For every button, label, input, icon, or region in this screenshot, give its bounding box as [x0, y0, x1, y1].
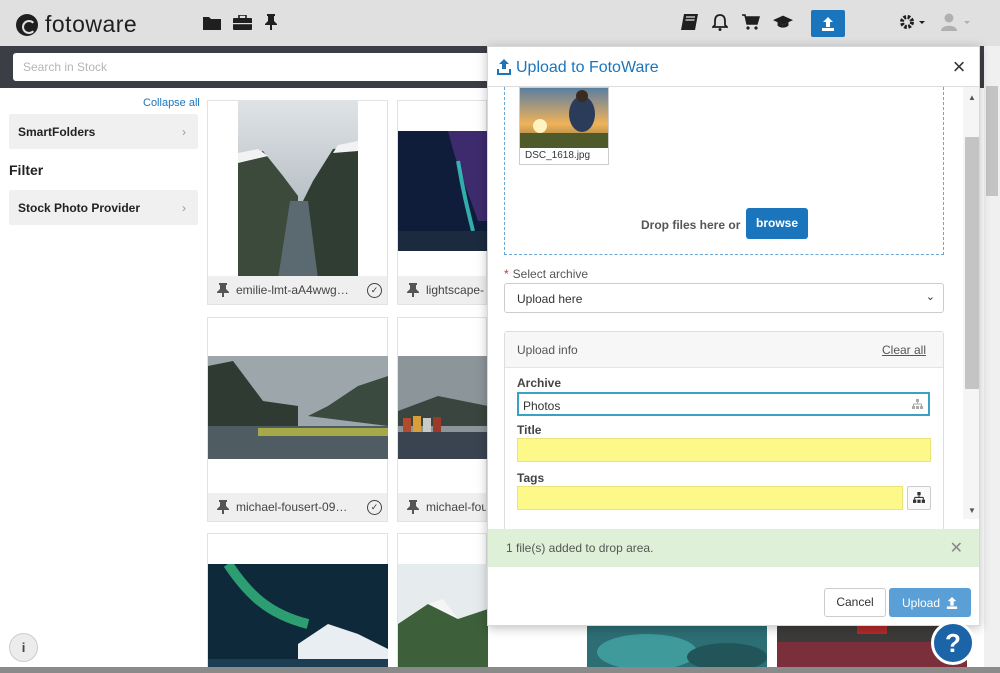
- asset-card[interactable]: [397, 533, 488, 673]
- asset-thumbnail: [208, 356, 388, 459]
- bell-icon[interactable]: [710, 12, 730, 32]
- asset-card[interactable]: lightscape-: [397, 100, 488, 305]
- archive-field-label: Archive: [517, 376, 562, 390]
- logo-mark-icon: [16, 13, 38, 36]
- info-icon: i: [21, 640, 26, 655]
- select-archive-label: * Select archive: [504, 267, 589, 281]
- info-button[interactable]: i: [9, 633, 38, 662]
- upload-submit-label: Upload: [901, 595, 941, 610]
- tags-hierarchy-button[interactable]: [907, 486, 931, 510]
- title-field[interactable]: [517, 438, 931, 462]
- dialog-title: Upload to FotoWare: [516, 59, 659, 76]
- chevron-down-icon: ⌄: [925, 291, 935, 303]
- sidebar-item-label: SmartFolders: [18, 125, 96, 139]
- page-scrollbar[interactable]: [984, 46, 1000, 673]
- bottom-bar: [0, 667, 1000, 673]
- dialog-header: Upload to FotoWare ×: [488, 47, 979, 87]
- asset-thumbnail: [398, 564, 488, 673]
- upload-submit-button[interactable]: Upload: [889, 588, 971, 617]
- asset-card[interactable]: [587, 622, 767, 673]
- asset-card[interactable]: michael-fou: [397, 317, 488, 522]
- asset-card[interactable]: michael-fousert-09… ✓: [207, 317, 388, 522]
- uploaded-file-thumbnail[interactable]: DSC_1618.jpg: [519, 87, 609, 165]
- app-logo[interactable]: fotoware: [16, 11, 137, 38]
- tags-field[interactable]: [517, 486, 903, 510]
- drop-files-text: Drop files here or: [641, 218, 741, 232]
- hierarchy-icon: [913, 492, 925, 503]
- filter-heading: Filter: [9, 162, 44, 178]
- tags-field-label: Tags: [517, 471, 545, 485]
- archive-select[interactable]: Upload here ⌄: [504, 283, 944, 313]
- logo-text: fotoware: [45, 11, 138, 37]
- notice-text: 1 file(s) added to drop area.: [506, 541, 654, 555]
- help-button[interactable]: ?: [931, 621, 975, 665]
- page-scrollbar-thumb[interactable]: [986, 86, 998, 196]
- drop-area[interactable]: DSC_1618.jpg Drop files here or browse: [504, 87, 944, 255]
- collapse-all-link[interactable]: Collapse all: [143, 97, 200, 109]
- asset-thumbnail: [238, 101, 358, 279]
- sidebar-item-stock-photo-provider[interactable]: Stock Photo Provider ›: [9, 190, 198, 225]
- select-check-icon[interactable]: ✓: [367, 283, 382, 298]
- scroll-up-arrow-icon[interactable]: ▲: [968, 93, 976, 102]
- pin-icon[interactable]: [217, 283, 229, 297]
- asset-card[interactable]: emilie-lmt-aA4wwg… ✓: [207, 100, 388, 305]
- upload-icon: [946, 596, 958, 609]
- select-check-icon[interactable]: ✓: [367, 500, 382, 515]
- archive-field-value: Photos: [523, 399, 561, 413]
- top-bar: fotoware: [0, 0, 1000, 46]
- asset-thumbnail: [398, 356, 488, 459]
- title-field-label: Title: [517, 423, 542, 437]
- folder-icon[interactable]: [202, 12, 222, 32]
- scroll-down-arrow-icon[interactable]: ▼: [968, 506, 976, 515]
- sidebar-item-smartfolders[interactable]: SmartFolders ›: [9, 114, 198, 149]
- asset-caption: emilie-lmt-aA4wwg…: [208, 276, 387, 304]
- upload-dialog: DSC_1618.jpg Drop files here or browse *…: [487, 46, 980, 626]
- cart-icon[interactable]: [741, 12, 761, 32]
- asset-card[interactable]: [207, 533, 388, 673]
- upload-button[interactable]: [811, 10, 845, 37]
- pin-icon[interactable]: [407, 283, 419, 297]
- upload-icon: [497, 59, 511, 75]
- archive-field[interactable]: Photos: [517, 392, 930, 416]
- upload-icon: [822, 16, 834, 31]
- book-icon[interactable]: [679, 12, 699, 32]
- files-added-notice: 1 file(s) added to drop area. ✕: [488, 529, 979, 567]
- asset-caption: michael-fousert-09…: [208, 493, 387, 521]
- search-input[interactable]: Search in Stock: [13, 53, 493, 81]
- asset-thumbnail: [587, 622, 767, 673]
- chevron-right-icon: ›: [182, 125, 186, 139]
- upload-info-header: Upload info Clear all: [505, 332, 943, 368]
- pin-icon[interactable]: [261, 12, 281, 32]
- close-icon[interactable]: ✕: [950, 538, 963, 558]
- sidebar-item-label: Stock Photo Provider: [18, 201, 141, 215]
- uploaded-file-name: DSC_1618.jpg: [520, 148, 608, 164]
- dialog-scrollbar-thumb[interactable]: [965, 137, 979, 389]
- clear-all-link[interactable]: Clear all: [882, 343, 926, 357]
- asset-thumbnail: [398, 131, 488, 251]
- archive-select-value: Upload here: [517, 292, 583, 306]
- upload-info-panel: Upload info Clear all Archive Photos Tit…: [504, 331, 944, 531]
- cancel-button[interactable]: Cancel: [824, 588, 886, 617]
- close-icon[interactable]: ×: [949, 56, 969, 78]
- gear-icon[interactable]: [897, 12, 927, 32]
- briefcase-icon[interactable]: [232, 12, 252, 32]
- pin-icon[interactable]: [407, 500, 419, 514]
- dialog-scrollbar[interactable]: ▲ ▼: [963, 87, 979, 519]
- pin-icon[interactable]: [217, 500, 229, 514]
- browse-button[interactable]: browse: [746, 208, 808, 239]
- upload-info-title: Upload info: [517, 343, 578, 357]
- chevron-right-icon: ›: [182, 201, 186, 215]
- file-preview-image: [520, 88, 608, 148]
- user-icon[interactable]: [939, 12, 973, 32]
- asset-thumbnail: [208, 564, 388, 673]
- hierarchy-icon[interactable]: [912, 399, 923, 410]
- graduation-cap-icon[interactable]: [773, 12, 793, 32]
